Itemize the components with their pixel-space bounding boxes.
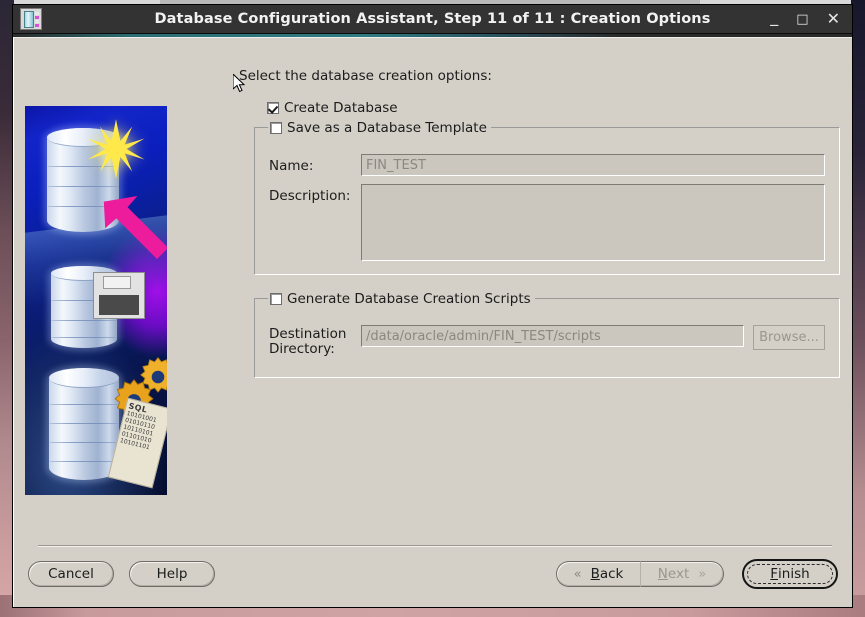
window-titlebar[interactable]: Database Configuration Assistant, Step 1…: [13, 5, 852, 34]
next-button-label: Next: [658, 566, 689, 582]
window-controls: _ □ ✕: [770, 9, 840, 27]
template-description-input[interactable]: [361, 184, 825, 261]
next-button[interactable]: Next »: [640, 561, 724, 587]
chevron-left-icon: «: [573, 566, 582, 582]
destination-label-line2: Directory:: [269, 341, 335, 357]
maximize-icon[interactable]: □: [796, 13, 808, 26]
database-cylinder-bottom-icon: [49, 368, 119, 480]
back-rest: ack: [599, 566, 624, 582]
save-as-template-group: Save as a Database Template Name: FIN_TE…: [254, 120, 840, 275]
template-name-row: Name: FIN_TEST: [269, 154, 825, 176]
destination-label-line1: Destination: [269, 326, 347, 342]
floppy-disk-icon: [93, 272, 145, 319]
back-button[interactable]: « Back: [556, 561, 640, 587]
close-icon[interactable]: ✕: [827, 11, 840, 27]
save-as-template-checkbox[interactable]: [270, 122, 282, 134]
dbca-window: Database Configuration Assistant, Step 1…: [12, 4, 853, 608]
star-sparkle-icon: [87, 119, 145, 179]
cancel-button[interactable]: Cancel: [28, 561, 114, 587]
background-right-strip: [851, 0, 865, 617]
finish-mnemonic: F: [770, 566, 779, 582]
database-app-icon: [20, 8, 42, 30]
destination-directory-label: Destination Directory:: [269, 325, 361, 357]
help-button[interactable]: Help: [129, 561, 215, 587]
finish-button[interactable]: Finish: [742, 559, 838, 589]
next-rest: ext: [667, 566, 690, 582]
magenta-arrow-icon: [103, 196, 167, 259]
generate-scripts-label: Generate Database Creation Scripts: [287, 291, 531, 307]
save-as-template-label: Save as a Database Template: [287, 120, 487, 136]
chevron-right-icon: »: [698, 566, 707, 582]
back-mnemonic: B: [590, 566, 600, 582]
instruction-text: Select the database creation options:: [239, 68, 492, 84]
create-database-checkbox[interactable]: [267, 102, 279, 114]
browse-button[interactable]: Browse...: [753, 325, 825, 350]
window-title: Database Configuration Assistant, Step 1…: [154, 11, 711, 27]
oracle-dbca-banner-image: SQL 10101001 01010110 10110101 01101010 …: [25, 106, 167, 495]
create-database-label: Create Database: [284, 100, 398, 116]
finish-rest: inish: [778, 566, 810, 582]
generate-scripts-checkbox[interactable]: [270, 293, 282, 305]
back-button-label: Back: [591, 566, 624, 582]
create-database-checkbox-row[interactable]: Create Database: [267, 100, 840, 116]
template-name-label: Name:: [269, 158, 314, 174]
navigation-button-group: « Back Next »: [556, 561, 724, 587]
save-as-template-title-row[interactable]: Save as a Database Template: [268, 120, 491, 136]
destination-directory-input[interactable]: /data/oracle/admin/FIN_TEST/scripts: [361, 325, 744, 347]
generate-scripts-group: Generate Database Creation Scripts Desti…: [254, 291, 840, 378]
destination-directory-row: Destination Directory: /data/oracle/admi…: [269, 325, 825, 357]
next-mnemonic: N: [657, 566, 668, 582]
generate-scripts-title-row[interactable]: Generate Database Creation Scripts: [268, 291, 535, 307]
template-description-row: Description:: [269, 184, 825, 261]
template-description-label: Description:: [269, 188, 351, 204]
finish-button-label: Finish: [747, 564, 833, 584]
dialog-button-bar: Cancel Help « Back Next » Finish: [14, 545, 852, 607]
button-bar-separator: [38, 545, 832, 547]
template-name-input[interactable]: FIN_TEST: [361, 154, 825, 176]
creation-options-form: Select the database creation options: Cr…: [227, 68, 840, 378]
window-client-area: SQL 10101001 01010110 10110101 01101010 …: [13, 37, 852, 607]
minimize-icon[interactable]: _: [770, 9, 778, 25]
